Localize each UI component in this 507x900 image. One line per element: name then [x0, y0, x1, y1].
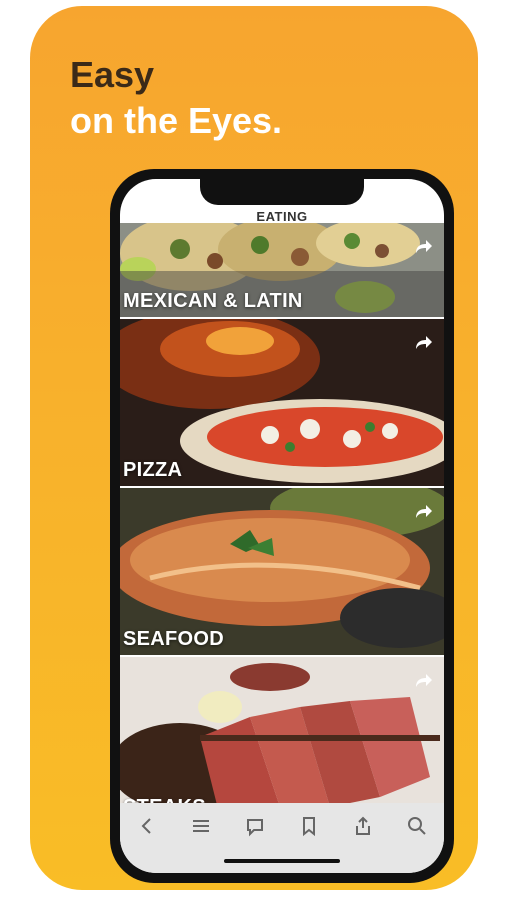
- category-list: MEXICAN & LATIN PIZZA SEAFOOD: [120, 223, 444, 825]
- phone-frame: EATING MEXICAN & LATIN PIZZA SEAFOOD: [110, 169, 454, 883]
- comment-icon[interactable]: [244, 815, 266, 837]
- promo-headline: Easy on the Eyes.: [70, 52, 282, 144]
- back-icon[interactable]: [136, 815, 158, 837]
- category-tile-seafood[interactable]: SEAFOOD: [120, 488, 444, 657]
- share-arrow-icon[interactable]: [412, 502, 434, 522]
- phone-notch: [200, 179, 364, 205]
- category-label: SEAFOOD: [123, 628, 224, 650]
- category-label: PIZZA: [123, 459, 183, 481]
- share-arrow-icon[interactable]: [412, 333, 434, 353]
- share-icon[interactable]: [352, 815, 374, 837]
- phone-screen: EATING MEXICAN & LATIN PIZZA SEAFOOD: [120, 179, 444, 873]
- share-arrow-icon[interactable]: [412, 237, 434, 257]
- share-arrow-icon[interactable]: [412, 671, 434, 691]
- promo-card: Easy on the Eyes. EATING MEXICAN & LATIN…: [30, 6, 478, 890]
- category-tile-steaks[interactable]: STEAKS: [120, 657, 444, 825]
- headline-line-1: Easy: [70, 54, 155, 95]
- headline-line-2: on the Eyes.: [70, 100, 283, 141]
- home-indicator: [224, 859, 340, 863]
- category-label: MEXICAN & LATIN: [123, 290, 303, 312]
- bookmark-icon[interactable]: [298, 815, 320, 837]
- nav-title: EATING: [256, 209, 308, 222]
- category-tile-mexican[interactable]: MEXICAN & LATIN: [120, 223, 444, 319]
- menu-icon[interactable]: [190, 815, 212, 837]
- search-icon[interactable]: [406, 815, 428, 837]
- category-tile-pizza[interactable]: PIZZA: [120, 319, 444, 488]
